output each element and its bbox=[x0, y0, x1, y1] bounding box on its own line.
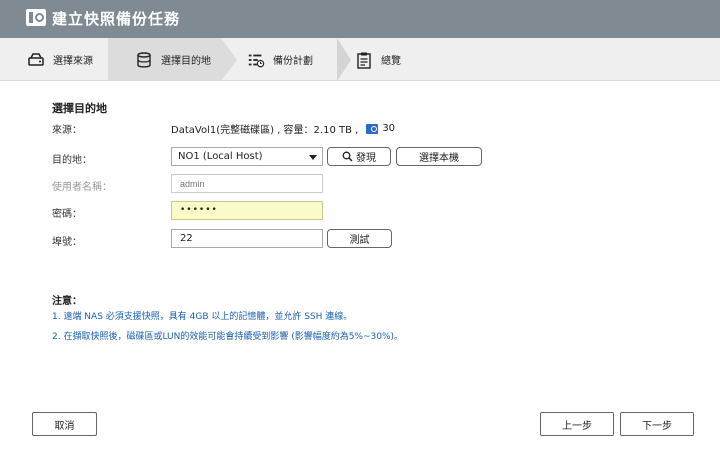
next-button[interactable]: 下一步 bbox=[620, 412, 694, 436]
test-button[interactable]: 測試 bbox=[327, 229, 392, 248]
step-label: 總覽 bbox=[381, 56, 401, 67]
source-value: DataVol1(完整磁碟區) , 容量：2.10 TB , 30 bbox=[171, 121, 395, 136]
password-label: 密碼： bbox=[52, 209, 82, 220]
discover-label: 發現 bbox=[356, 153, 376, 164]
chevron-down-icon bbox=[309, 155, 317, 160]
step-overview: 總覽 bbox=[351, 38, 451, 81]
select-local-button[interactable]: 選擇本機 bbox=[396, 147, 482, 166]
schedule-list-icon bbox=[248, 54, 265, 67]
step-label: 備份計劃 bbox=[273, 56, 313, 67]
clipboard-icon bbox=[357, 52, 371, 69]
window-titlebar: 建立快照備份任務 bbox=[0, 0, 720, 38]
snapshot-count: 30 bbox=[382, 123, 396, 134]
step-select-destination: 選擇目的地 bbox=[108, 38, 221, 81]
port-input[interactable]: 22 bbox=[171, 229, 323, 248]
snapshot-icon bbox=[366, 123, 379, 134]
source-text: DataVol1(完整磁碟區) , 容量：2.10 TB , bbox=[171, 125, 359, 136]
cancel-button[interactable]: 取消 bbox=[32, 412, 97, 436]
step-separator bbox=[221, 38, 237, 81]
step-label: 選擇來源 bbox=[53, 56, 93, 67]
username-input[interactable] bbox=[171, 174, 323, 193]
destination-select[interactable]: NO1 (Local Host) bbox=[171, 147, 323, 166]
step-separator bbox=[337, 38, 351, 81]
previous-button[interactable]: 上一步 bbox=[540, 412, 614, 436]
qnap-snapshot-logo-icon bbox=[26, 9, 46, 26]
note-item: 1. 遠端 NAS 必須支援快照，具有 4GB 以上的記憶體，並允許 SSH 連… bbox=[52, 312, 353, 322]
wizard-steps: 選擇來源 選擇目的地 備份計劃 總覽 bbox=[0, 38, 720, 81]
notes-title: 注意： bbox=[52, 296, 82, 307]
username-label: 使用者名稱： bbox=[52, 182, 112, 193]
drive-icon bbox=[28, 52, 44, 66]
search-icon bbox=[342, 151, 353, 162]
port-label: 埠號： bbox=[52, 237, 82, 248]
step-select-source: 選擇來源 bbox=[0, 38, 108, 81]
form-title: 選擇目的地 bbox=[52, 102, 107, 115]
destination-selected: NO1 (Local Host) bbox=[178, 151, 263, 162]
window-title: 建立快照備份任務 bbox=[52, 10, 181, 28]
source-label: 來源： bbox=[52, 125, 82, 136]
note-item: 2. 在擷取快照後，磁碟區或LUN的效能可能會持續受到影響 (影響幅度約為5%~… bbox=[52, 332, 404, 342]
step-backup-schedule: 備份計劃 bbox=[237, 38, 337, 81]
destination-label: 目的地： bbox=[52, 155, 92, 166]
step-label: 選擇目的地 bbox=[161, 56, 211, 67]
password-input[interactable]: •••••• bbox=[171, 201, 323, 220]
database-icon bbox=[137, 51, 151, 68]
discover-button[interactable]: 發現 bbox=[327, 147, 391, 166]
